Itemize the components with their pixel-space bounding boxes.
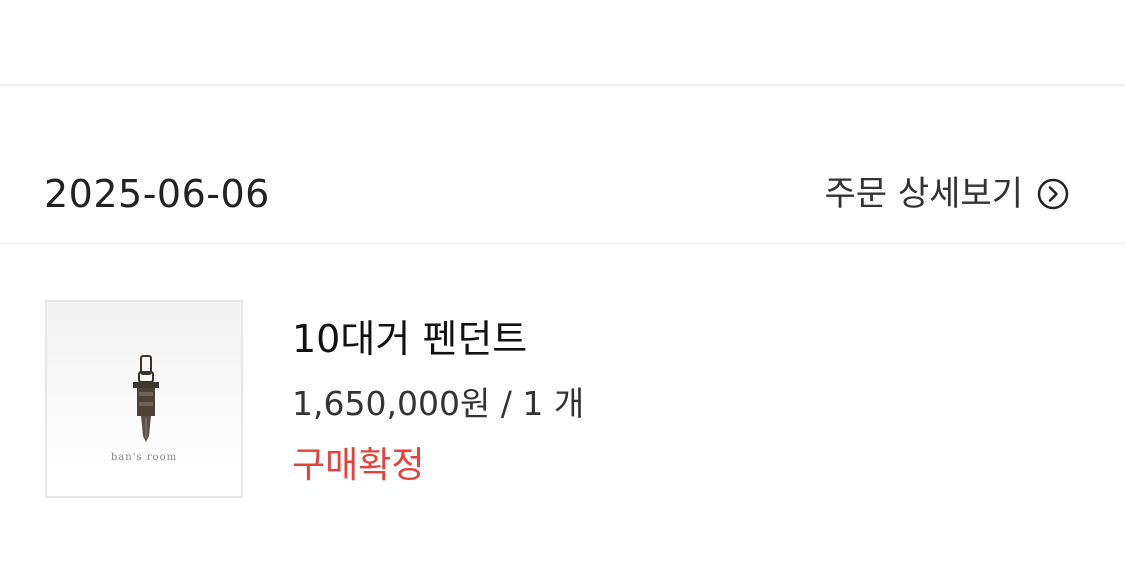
chevron-right-circle-icon [1037,178,1069,210]
order-date: 2025-06-06 [44,172,270,216]
section-divider [0,84,1125,86]
order-status: 구매확정 [292,445,425,486]
product-price-quantity: 1,650,000원 / 1 개 [292,384,585,423]
thumbnail-caption: ban's room [110,452,178,463]
product-name[interactable]: 10대거 펜던트 [292,316,527,362]
product-thumbnail[interactable]: ban's room [45,300,243,498]
order-detail-label: 주문 상세보기 [824,174,1024,214]
top-area [0,0,1125,84]
order-detail-link[interactable]: 주문 상세보기 [825,172,1070,216]
pendant-image [133,355,159,442]
